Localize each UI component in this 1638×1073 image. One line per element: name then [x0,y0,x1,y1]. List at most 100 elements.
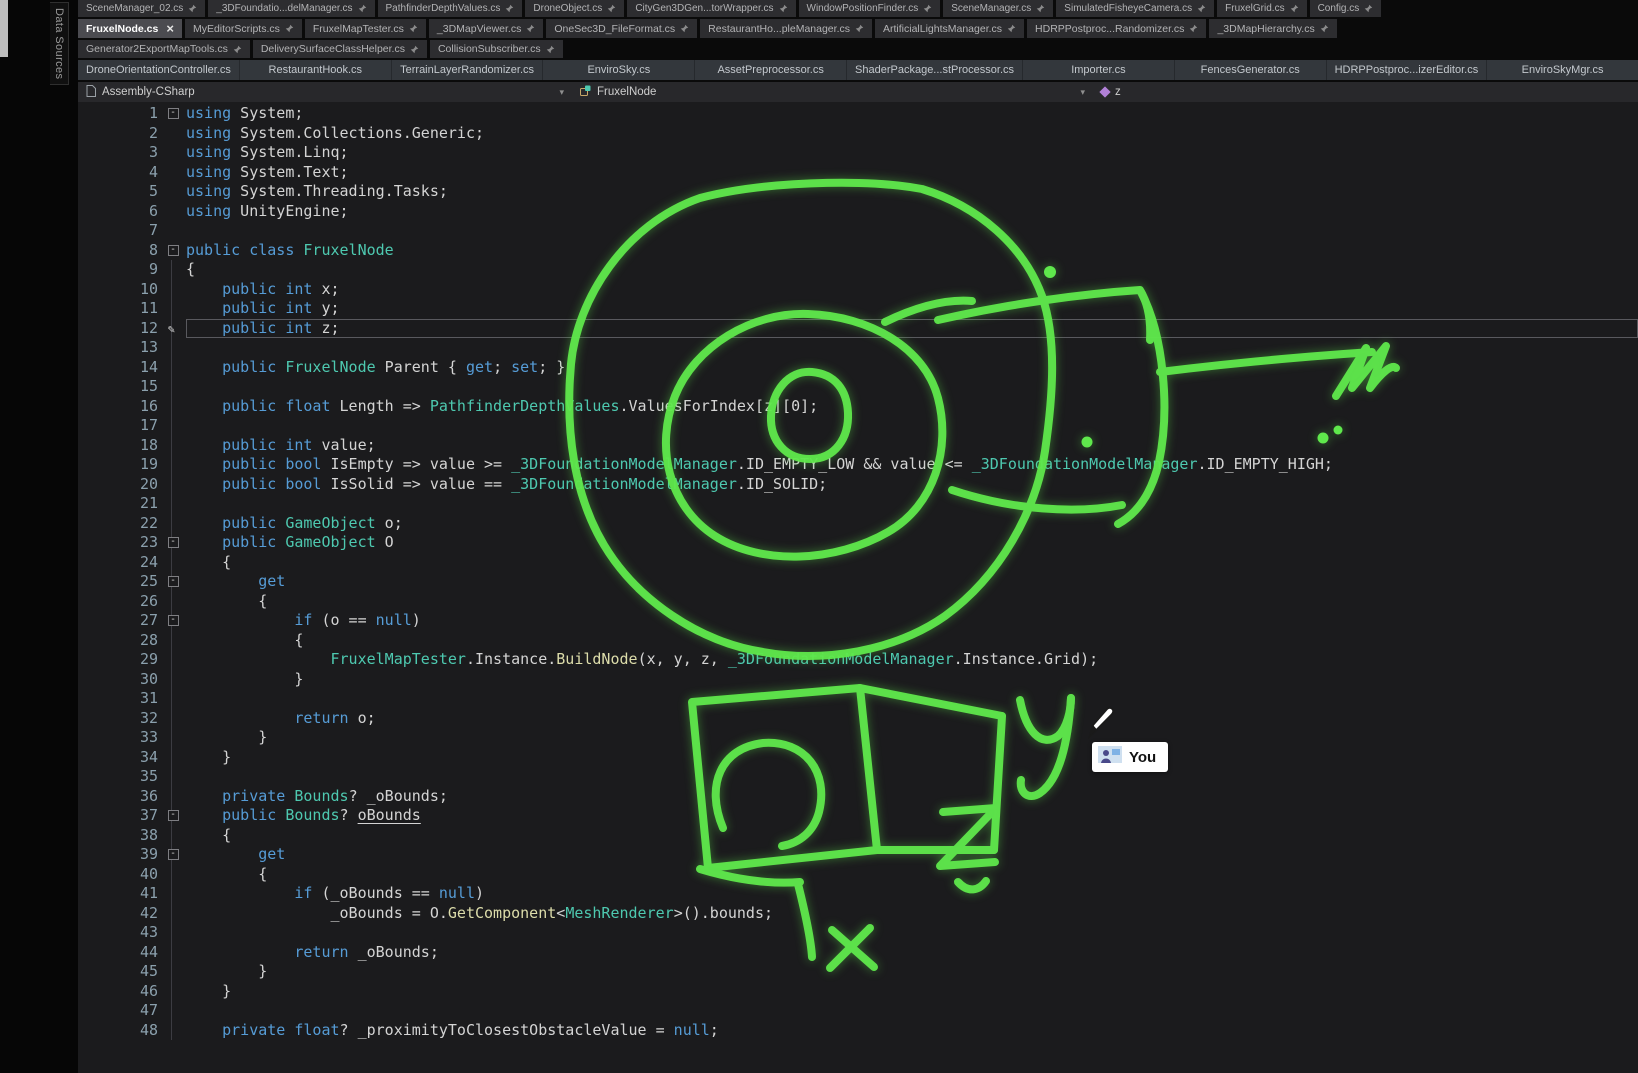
code-line[interactable]: 47 [78,1001,1638,1021]
code-line[interactable]: 48 private float? _proximityToClosestObs… [78,1021,1638,1041]
code-line[interactable]: 21 [78,494,1638,514]
pin-icon[interactable] [505,4,514,13]
file-tab[interactable]: RestaurantHo...pleManager.cs [700,19,872,38]
code-line[interactable]: 36 private Bounds? _oBounds; [78,787,1638,807]
file-tab[interactable]: AssetPreprocessor.cs [695,60,847,80]
code-line[interactable]: 18 public int value; [78,436,1638,456]
pin-icon[interactable] [1036,4,1045,13]
fold-collapse-icon[interactable]: - [168,537,179,548]
code-line[interactable]: 39- get [78,845,1638,865]
file-tab[interactable]: FencesGenerator.cs [1175,60,1327,80]
code-line[interactable]: 28 { [78,631,1638,651]
code-line[interactable]: 1-using System; [78,104,1638,124]
code-line[interactable]: 41 if (_oBounds == null) [78,884,1638,904]
file-tab[interactable]: HDRPPostproc...Randomizer.cs [1027,19,1206,38]
pin-icon[interactable] [607,4,616,13]
fold-margin[interactable]: - [160,572,186,592]
pin-icon[interactable] [1364,4,1373,13]
fold-collapse-icon[interactable]: - [168,108,179,119]
file-tab[interactable]: HDRPPostproc...izerEditor.cs [1327,60,1488,80]
file-tab[interactable]: MyEditorScripts.cs [185,19,302,38]
file-tab[interactable]: Generator2ExportMapTools.cs [78,40,250,58]
file-tab[interactable]: CityGen3DGen...torWrapper.cs [627,0,795,17]
fold-collapse-icon[interactable]: - [168,810,179,821]
code-line[interactable]: 46 } [78,982,1638,1002]
fold-margin[interactable]: - [160,104,186,124]
pin-icon[interactable] [1189,24,1198,33]
pin-icon[interactable] [233,45,242,54]
file-tab[interactable]: Importer.cs [1023,60,1175,80]
code-line[interactable]: 19 public bool IsEmpty => value >= _3DFo… [78,455,1638,475]
code-line[interactable]: 23- public GameObject O [78,533,1638,553]
file-tab[interactable]: PathfinderDepthValues.cs [378,0,523,17]
file-tab[interactable]: EnviroSky.cs [543,60,695,80]
fold-collapse-icon[interactable]: - [168,245,179,256]
pin-icon[interactable] [855,24,864,33]
file-tab[interactable]: DeliverySurfaceClassHelper.cs [253,40,427,58]
code-line[interactable]: 6using UnityEngine; [78,202,1638,222]
file-tab[interactable]: EnviroSkyMgr.cs [1487,60,1638,80]
scrollbar-sliver[interactable] [0,0,8,57]
code-line[interactable]: 35 [78,767,1638,787]
code-line[interactable]: 45 } [78,962,1638,982]
file-tab[interactable]: CollisionSubscriber.cs [430,40,563,58]
code-line[interactable]: 30 } [78,670,1638,690]
file-tab[interactable]: FruxelNode.cs× [78,19,182,38]
fold-collapse-icon[interactable]: - [168,615,179,626]
code-line[interactable]: 11 public int y; [78,299,1638,319]
pin-icon[interactable] [410,45,419,54]
project-dropdown[interactable]: Assembly-CSharp ▾ [78,82,572,102]
code-line[interactable]: 24 { [78,553,1638,573]
fold-margin[interactable]: - [160,241,186,261]
file-tab[interactable]: DroneObject.cs [525,0,624,17]
file-tab[interactable]: RestaurantHook.cs [240,60,392,80]
pin-icon[interactable] [923,4,932,13]
file-tab[interactable]: _3DMapHierarchy.cs [1209,19,1336,38]
code-line[interactable]: 42 _oBounds = O.GetComponent<MeshRendere… [78,904,1638,924]
chevron-down-icon[interactable]: ▾ [1080,87,1085,98]
code-line[interactable]: 17 [78,416,1638,436]
code-line[interactable]: 37- public Bounds? oBounds [78,806,1638,826]
code-line[interactable]: 9{ [78,260,1638,280]
code-line[interactable]: 26 { [78,592,1638,612]
file-tab[interactable]: DroneOrientationController.cs [78,60,240,80]
fold-collapse-icon[interactable]: - [168,576,179,587]
pin-icon[interactable] [188,4,197,13]
file-tab[interactable]: SceneManager_02.cs [78,0,205,17]
file-tab[interactable]: Config.cs [1310,0,1382,17]
code-line[interactable]: 8-public class FruxelNode [78,241,1638,261]
fold-collapse-icon[interactable]: - [168,849,179,860]
file-tab[interactable]: SceneManager.cs [943,0,1053,17]
code-line[interactable]: 14 public FruxelNode Parent { get; set; … [78,358,1638,378]
pin-icon[interactable] [1290,4,1299,13]
code-line[interactable]: 33 } [78,728,1638,748]
file-tab[interactable]: _3DFoundatio...delManager.cs [208,0,374,17]
code-line[interactable]: 20 public bool IsSolid => value == _3DFo… [78,475,1638,495]
pin-icon[interactable] [1007,24,1016,33]
file-tab[interactable]: FruxelMapTester.cs [305,19,426,38]
code-line[interactable]: 2using System.Collections.Generic; [78,124,1638,144]
pin-icon[interactable] [1197,4,1206,13]
code-line[interactable]: 38 { [78,826,1638,846]
file-tab[interactable]: ShaderPackage...stProcessor.cs [847,60,1023,80]
code-line[interactable]: 7 [78,221,1638,241]
pin-icon[interactable] [1320,24,1329,33]
code-line[interactable]: 3using System.Linq; [78,143,1638,163]
fold-margin[interactable]: - [160,845,186,865]
code-line[interactable]: 43 [78,923,1638,943]
file-tab[interactable]: TerrainLayerRandomizer.cs [392,60,544,80]
code-line[interactable]: 34 } [78,748,1638,768]
code-line[interactable]: 22 public GameObject o; [78,514,1638,534]
pin-icon[interactable] [680,24,689,33]
file-tab[interactable]: SimulatedFisheyeCamera.cs [1056,0,1214,17]
chevron-down-icon[interactable]: ▾ [559,87,564,98]
pin-icon[interactable] [358,4,367,13]
file-tab[interactable]: FruxelGrid.cs [1217,0,1306,17]
member-dropdown[interactable]: z [1093,82,1638,102]
code-line[interactable]: 16 public float Length => PathfinderDept… [78,397,1638,417]
fold-margin[interactable]: - [160,611,186,631]
code-line[interactable]: 4using System.Text; [78,163,1638,183]
file-tab[interactable]: ArtificialLightsManager.cs [875,19,1024,38]
code-editor[interactable]: 1-using System;2using System.Collections… [78,102,1638,1073]
code-line[interactable]: 25- get [78,572,1638,592]
